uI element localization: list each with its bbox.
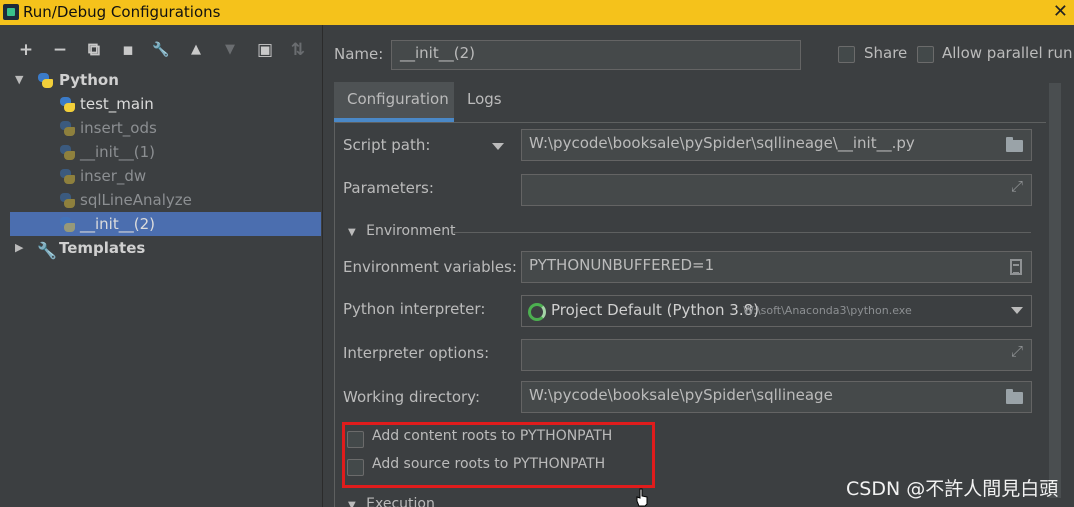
name-label: Name: [334, 45, 384, 63]
tree-label: test_main [80, 95, 154, 113]
tree-item-selected[interactable]: __init__(2) [10, 212, 321, 236]
tree-item[interactable]: inser_dw [0, 164, 322, 188]
interpreter-select[interactable]: Project Default (Python 3.8) W:\soft\Ana… [521, 295, 1032, 327]
share-label: Share [864, 44, 908, 62]
expand-arrow-icon[interactable]: ▼ [15, 68, 23, 92]
python-icon [60, 193, 75, 208]
working-directory-input[interactable]: W:\pycode\booksale\pySpider\sqllineage [521, 381, 1032, 413]
interpreter-path: W:\soft\Anaconda3\python.exe [743, 304, 912, 317]
tree-item[interactable]: test_main [0, 92, 322, 116]
collapse-arrow-icon[interactable]: ▶ [15, 236, 23, 260]
script-path-label: Script path: [343, 136, 431, 154]
working-directory-label: Working directory: [343, 388, 481, 406]
wrench-icon[interactable]: 🔧 [151, 40, 171, 60]
environment-section-label: Environment [366, 223, 456, 239]
section-divider [454, 232, 1031, 233]
expand-icon[interactable] [1011, 342, 1025, 360]
tree-item[interactable]: __init__(1) [0, 140, 322, 164]
tree-label: Templates [59, 239, 146, 257]
python-icon [60, 217, 75, 232]
window-title: Run/Debug Configurations [23, 3, 221, 21]
tree-label: Python [59, 71, 119, 89]
allow-parallel-run-checkbox[interactable] [917, 46, 934, 63]
parameters-input[interactable] [521, 174, 1032, 206]
script-path-input[interactable]: W:\pycode\booksale\pySpider\sqllineage\_… [521, 129, 1032, 161]
interpreter-label: Python interpreter: [343, 300, 486, 318]
python-icon [60, 97, 75, 112]
tree-item[interactable]: insert_ods [0, 116, 322, 140]
tab-configuration[interactable]: Configuration [334, 82, 454, 122]
script-type-dropdown-icon[interactable] [492, 143, 504, 150]
interpreter-options-input[interactable] [521, 339, 1032, 371]
wrench-icon: 🔧 [37, 241, 57, 260]
folder-icon[interactable] [1006, 389, 1023, 404]
env-vars-value: PYTHONUNBUFFERED=1 [529, 256, 715, 274]
tree-label: insert_ods [80, 119, 157, 137]
tree-label: __init__(1) [80, 143, 155, 161]
highlight-annotation-box [342, 422, 655, 488]
parameters-label: Parameters: [343, 179, 434, 197]
environment-section[interactable]: ▼ Environment [348, 223, 1031, 239]
chevron-down-icon: ▼ [348, 500, 356, 507]
tree-node-python[interactable]: ▼ Python [0, 68, 322, 92]
hand-cursor-icon [636, 488, 648, 507]
pane-splitter[interactable] [322, 25, 323, 507]
python-sdk-icon [528, 303, 546, 321]
title-bar: Run/Debug Configurations ✕ [0, 0, 1074, 25]
new-folder-icon[interactable]: ▣ [255, 40, 275, 60]
chevron-down-icon: ▼ [348, 227, 356, 238]
script-path-value: W:\pycode\booksale\pySpider\sqllineage\_… [529, 134, 915, 152]
python-icon [60, 169, 75, 184]
pycharm-app-icon [3, 4, 19, 20]
allow-parallel-run-label: Allow parallel run [942, 44, 1073, 62]
sort-icon[interactable]: ⇅ [288, 40, 308, 60]
tree-label: __init__(2) [80, 215, 155, 233]
expand-icon[interactable] [1011, 177, 1025, 195]
env-vars-label: Environment variables: [343, 258, 517, 276]
add-icon[interactable]: + [16, 40, 36, 60]
move-up-icon[interactable]: ▲ [186, 40, 206, 60]
close-icon[interactable]: ✕ [1053, 1, 1068, 22]
python-icon [38, 73, 53, 88]
tree-label: inser_dw [80, 167, 147, 185]
vertical-scrollbar[interactable] [1049, 83, 1061, 498]
interpreter-options-label: Interpreter options: [343, 344, 490, 362]
copy-icon[interactable]: ⧉ [84, 40, 104, 60]
edit-env-vars-icon[interactable] [1010, 259, 1022, 275]
tree-node-templates[interactable]: ▶ 🔧 Templates [0, 236, 322, 260]
tab-logs[interactable]: Logs [454, 82, 515, 122]
save-icon[interactable]: ▪ [118, 40, 138, 60]
remove-icon[interactable]: − [50, 40, 70, 60]
interpreter-value: Project Default (Python 3.8) [551, 301, 759, 319]
tree-label: sqlLineAnalyze [80, 191, 192, 209]
move-down-icon[interactable]: ▼ [220, 40, 240, 60]
working-directory-value: W:\pycode\booksale\pySpider\sqllineage [529, 386, 833, 404]
execution-section[interactable]: ▼ Execution [348, 496, 435, 507]
sidebar-toolbar: + − ⧉ ▪ 🔧 ▲ ▼ ▣ ⇅ [0, 25, 322, 65]
configurations-sidebar: + − ⧉ ▪ 🔧 ▲ ▼ ▣ ⇅ ▼ Python test_main ins… [0, 25, 322, 507]
python-icon [60, 145, 75, 160]
tree-item[interactable]: sqlLineAnalyze [0, 188, 322, 212]
execution-section-label: Execution [366, 496, 435, 507]
share-checkbox[interactable] [838, 46, 855, 63]
scrollbar-thumb[interactable] [1049, 83, 1061, 498]
python-icon [60, 121, 75, 136]
folder-icon[interactable] [1006, 137, 1023, 152]
watermark: CSDN @不許人間見白頭 [846, 478, 1059, 500]
env-vars-input[interactable]: PYTHONUNBUFFERED=1 [521, 251, 1032, 283]
chevron-down-icon[interactable] [1011, 307, 1023, 314]
name-input[interactable]: __init__(2) [391, 40, 801, 70]
